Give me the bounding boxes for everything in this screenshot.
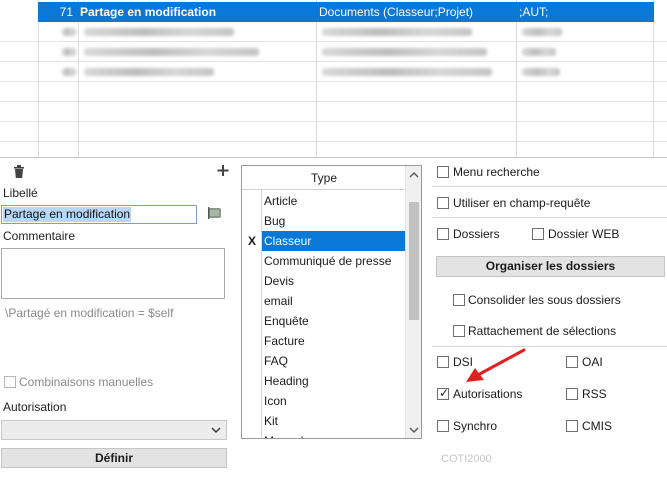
type-list-item-mark: X xyxy=(247,234,256,248)
row-types: Documents (Classeur;Projet) xyxy=(319,5,474,19)
scrollbar-thumb[interactable] xyxy=(409,202,419,320)
type-list[interactable]: Type Article Bug X Classeur Communiqué de pr… xyxy=(241,165,422,439)
type-list-item-label: Kit xyxy=(264,414,279,428)
records-grid[interactable]: 71 Partage en modification Documents (Cl… xyxy=(0,0,667,158)
type-list-item-label: Communiqué de presse xyxy=(264,254,392,268)
scroll-up-icon[interactable] xyxy=(409,171,419,179)
type-list-item[interactable]: Kit xyxy=(242,411,406,431)
type-list-item[interactable]: X Classeur xyxy=(242,231,406,251)
combinaisons-checkbox[interactable] xyxy=(4,376,16,388)
organiser-dossiers-button[interactable]: Organiser les dossiers xyxy=(436,256,665,277)
type-list-header: Type xyxy=(242,166,406,190)
libelle-input-value: Partage en modification xyxy=(3,207,132,222)
cmis-label: CMIS xyxy=(582,419,612,433)
translate-flag-icon[interactable] xyxy=(207,206,222,220)
autorisations-checkbox[interactable]: ✓ xyxy=(437,386,450,400)
type-list-item[interactable]: FAQ xyxy=(242,351,406,371)
table-row[interactable] xyxy=(0,62,667,82)
commentaire-textarea[interactable] xyxy=(1,248,225,299)
oai-label: OAI xyxy=(582,355,603,369)
dossier-web-label: Dossier WEB xyxy=(548,227,620,241)
type-list-item[interactable]: Article xyxy=(242,191,406,211)
type-list-item[interactable]: Enquête xyxy=(242,311,406,331)
autorisations-label: Autorisations xyxy=(453,387,523,401)
type-list-item-label: FAQ xyxy=(264,354,289,368)
type-list-scrollbar[interactable] xyxy=(405,166,421,438)
dossiers-label: Dossiers xyxy=(453,227,500,241)
commentaire-label: Commentaire xyxy=(3,229,76,243)
table-row[interactable] xyxy=(0,82,667,102)
menu-recherche-checkbox[interactable] xyxy=(437,166,449,178)
rss-label: RSS xyxy=(582,387,607,401)
champ-requete-label: Utiliser en champ-requête xyxy=(453,196,591,210)
dossier-web-checkbox[interactable] xyxy=(532,228,544,240)
type-list-item-label: Article xyxy=(264,194,298,208)
scroll-down-icon[interactable] xyxy=(409,426,419,434)
type-list-item-label: Manuel xyxy=(264,431,303,438)
type-list-item[interactable]: email xyxy=(242,291,406,311)
checkmark-icon: ✓ xyxy=(439,386,450,400)
row-name: Partage en modification xyxy=(80,5,217,19)
synchro-checkbox[interactable] xyxy=(437,420,449,432)
type-list-item-label: Bug xyxy=(264,214,286,228)
type-list-item-label: Heading xyxy=(264,374,309,388)
libelle-input[interactable]: Partage en modification xyxy=(1,205,197,224)
type-list-item-label: Devis xyxy=(264,274,295,288)
type-list-item-label: Facture xyxy=(264,334,305,348)
champ-requete-checkbox[interactable] xyxy=(437,197,449,209)
type-list-item-label: Enquête xyxy=(264,314,309,328)
menu-recherche-label: Menu recherche xyxy=(453,165,540,179)
synchro-label: Synchro xyxy=(453,419,498,433)
definir-button[interactable]: Définir xyxy=(1,448,227,468)
table-row[interactable] xyxy=(0,22,667,42)
type-list-item[interactable]: Heading xyxy=(242,371,406,391)
row-rights: ;AUT; xyxy=(519,5,549,19)
combinaisons-label: Combinaisons manuelles xyxy=(19,375,154,389)
table-row[interactable] xyxy=(0,122,667,142)
divider xyxy=(432,217,667,218)
oai-checkbox[interactable] xyxy=(566,356,578,368)
footer-text: COTI2000 xyxy=(441,453,492,465)
type-list-item[interactable]: Bug xyxy=(242,211,406,231)
type-list-item[interactable]: Communiqué de presse xyxy=(242,251,406,271)
rss-checkbox[interactable] xyxy=(566,388,578,400)
dossiers-checkbox[interactable] xyxy=(437,228,449,240)
autorisation-select[interactable] xyxy=(1,420,227,440)
type-list-item[interactable]: Facture xyxy=(242,331,406,351)
annotation-arrow-icon xyxy=(466,348,526,382)
libelle-label: Libellé xyxy=(3,186,38,200)
rattachement-checkbox[interactable] xyxy=(453,325,465,337)
dsi-checkbox[interactable] xyxy=(437,356,449,368)
table-row-selected[interactable]: 71 Partage en modification Documents (Cl… xyxy=(38,2,654,22)
add-icon[interactable] xyxy=(216,163,230,179)
type-list-item[interactable]: Manuel xyxy=(242,431,406,438)
autorisation-label: Autorisation xyxy=(3,400,67,414)
table-row[interactable] xyxy=(0,142,667,157)
table-row[interactable] xyxy=(0,42,667,62)
formula-text: \Partagé en modification = $self xyxy=(5,306,174,320)
consolider-label: Consolider les sous dossiers xyxy=(468,293,621,307)
trash-icon[interactable] xyxy=(12,164,26,180)
type-list-item[interactable]: Devis xyxy=(242,271,406,291)
type-list-item-label: Classeur xyxy=(262,231,406,251)
divider xyxy=(432,186,667,187)
cmis-checkbox[interactable] xyxy=(566,420,578,432)
table-row[interactable] xyxy=(0,102,667,122)
consolider-checkbox[interactable] xyxy=(453,294,465,306)
rattachement-label: Rattachement de sélections xyxy=(468,324,617,338)
type-list-item-label: Icon xyxy=(264,394,287,408)
type-list-item-label: email xyxy=(264,294,293,308)
chevron-down-icon xyxy=(211,424,221,434)
type-list-item[interactable]: Icon xyxy=(242,391,406,411)
row-id: 71 xyxy=(59,5,73,19)
